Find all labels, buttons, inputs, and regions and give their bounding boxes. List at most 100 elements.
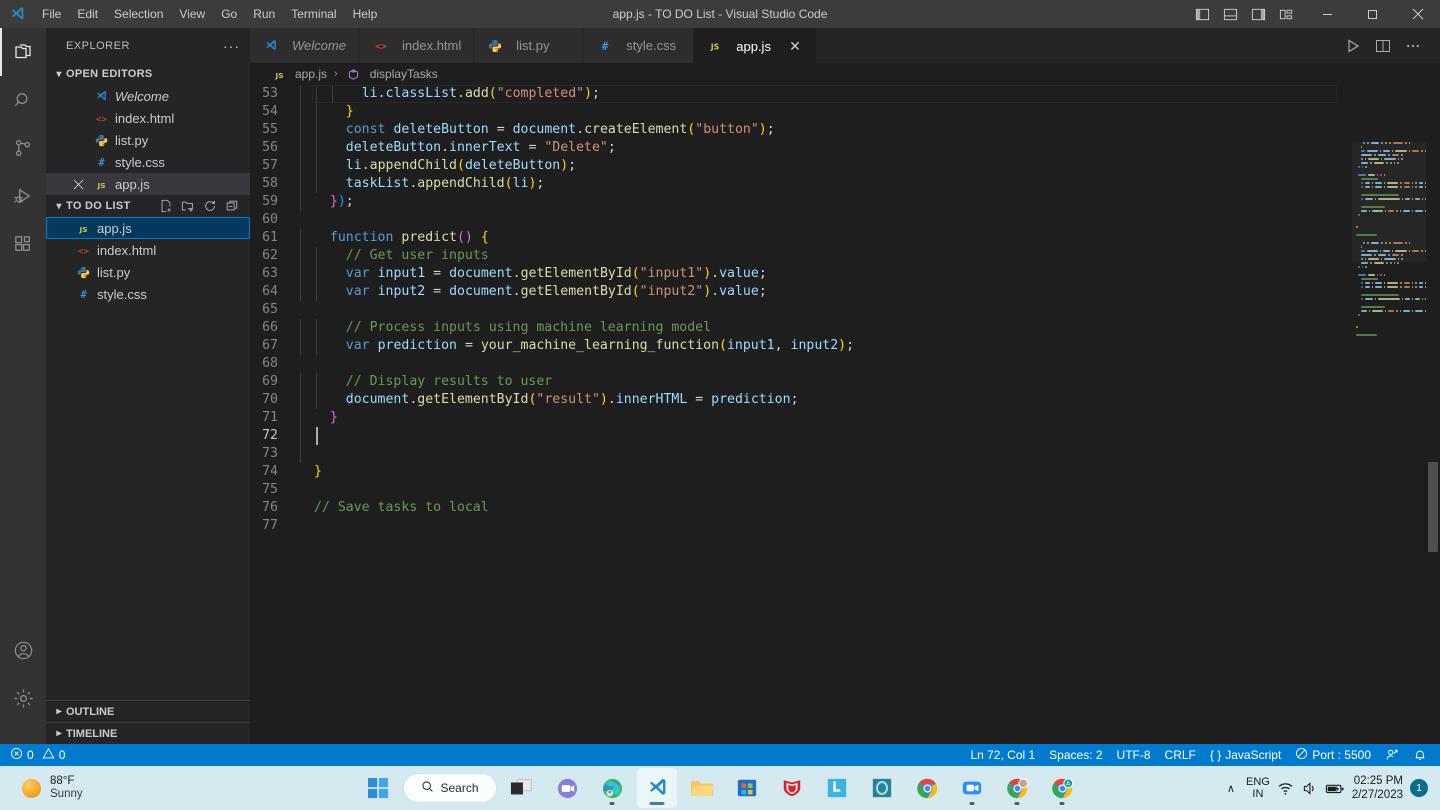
taskbar-app-microsoft-store[interactable] bbox=[727, 768, 767, 808]
layout-controls[interactable] bbox=[1189, 0, 1305, 28]
tab-index-html[interactable]: <> index.html bbox=[360, 28, 475, 63]
taskbar-app-linkedin[interactable] bbox=[817, 768, 857, 808]
more-actions-icon[interactable] bbox=[1400, 31, 1426, 61]
code-token: innerHTML bbox=[615, 392, 688, 407]
run-icon[interactable] bbox=[1340, 31, 1366, 61]
status-problems[interactable]: 0 0 bbox=[3, 744, 72, 766]
sidebar-more-actions-icon[interactable]: ··· bbox=[223, 38, 240, 54]
section-outline[interactable]: ▸ OUTLINE bbox=[46, 700, 250, 722]
close-editor-icon[interactable] bbox=[46, 179, 92, 190]
tab-style-css[interactable]: # style.css bbox=[584, 28, 695, 63]
close-button[interactable] bbox=[1395, 0, 1440, 28]
notification-badge[interactable]: 1 bbox=[1410, 779, 1428, 797]
menu-terminal[interactable]: Terminal bbox=[283, 0, 344, 28]
tab-list-py[interactable]: list.py bbox=[474, 28, 585, 63]
taskbar-app-microsoft-edge[interactable] bbox=[592, 768, 632, 808]
menu-run[interactable]: Run bbox=[245, 0, 283, 28]
open-editor-index-html[interactable]: <> index.html bbox=[46, 107, 250, 129]
wifi-icon[interactable] bbox=[1277, 780, 1294, 797]
activity-source-control-icon[interactable] bbox=[0, 124, 46, 172]
tree-item-list-py[interactable]: list.py bbox=[46, 261, 250, 283]
minimap-slider[interactable] bbox=[1352, 142, 1426, 262]
tree-item-index-html[interactable]: <> index.html bbox=[46, 239, 250, 261]
battery-icon[interactable] bbox=[1325, 780, 1345, 797]
menu-edit[interactable]: Edit bbox=[69, 0, 106, 28]
minimap-token bbox=[1360, 282, 1364, 284]
start-button[interactable] bbox=[358, 768, 398, 808]
menu-help[interactable]: Help bbox=[345, 0, 386, 28]
menu-selection[interactable]: Selection bbox=[106, 0, 171, 28]
new-folder-icon[interactable] bbox=[178, 196, 198, 216]
taskbar-app-visual-studio-code[interactable] bbox=[637, 768, 677, 808]
taskbar-app-file-explorer[interactable] bbox=[682, 768, 722, 808]
taskbar-app-google-chrome[interactable] bbox=[907, 768, 947, 808]
minimize-button[interactable] bbox=[1305, 0, 1350, 28]
status-cursor-position[interactable]: Ln 72, Col 1 bbox=[963, 744, 1042, 766]
volume-icon[interactable] bbox=[1301, 780, 1318, 797]
clock-time: 02:25 PM bbox=[1353, 775, 1403, 787]
tab-close-icon[interactable]: ✕ bbox=[786, 37, 804, 55]
breadcrumb-symbol[interactable]: displayTasks bbox=[370, 67, 438, 81]
taskbar-clock[interactable]: 02:25 PM 2/27/2023 bbox=[1352, 774, 1403, 802]
status-language-mode[interactable]: { } JavaScript bbox=[1203, 744, 1288, 766]
taskbar-app-microsoft-teams[interactable] bbox=[547, 768, 587, 808]
editor-vertical-scrollbar[interactable] bbox=[1426, 142, 1440, 744]
status-encoding[interactable]: UTF-8 bbox=[1110, 744, 1158, 766]
collapse-all-icon[interactable] bbox=[222, 196, 242, 216]
taskbar-search-button[interactable]: Search bbox=[403, 773, 497, 803]
scrollbar-thumb[interactable] bbox=[1428, 462, 1438, 552]
tray-chevron-up-icon[interactable]: ∧ bbox=[1227, 782, 1239, 795]
split-editor-icon[interactable] bbox=[1370, 31, 1396, 61]
menu-view[interactable]: View bbox=[171, 0, 213, 28]
activity-search-icon[interactable] bbox=[0, 76, 46, 124]
code-token: } bbox=[345, 104, 354, 119]
taskbar-app-mcafee[interactable] bbox=[772, 768, 812, 808]
toggle-secondary-sidebar-icon[interactable] bbox=[1245, 0, 1271, 28]
open-editor-list-py[interactable]: list.py bbox=[46, 129, 250, 151]
taskbar-app-zoom[interactable] bbox=[952, 768, 992, 808]
new-file-icon[interactable] bbox=[156, 196, 176, 216]
status-notifications-bell-icon[interactable] bbox=[1406, 744, 1434, 766]
activity-extensions-icon[interactable] bbox=[0, 220, 46, 268]
maximize-button[interactable] bbox=[1350, 0, 1395, 28]
activity-run-debug-icon[interactable] bbox=[0, 172, 46, 220]
status-remote-icon[interactable] bbox=[1378, 744, 1406, 766]
toggle-primary-sidebar-icon[interactable] bbox=[1189, 0, 1215, 28]
taskbar-app-chrome-profile-1[interactable] bbox=[997, 768, 1037, 808]
toggle-panel-icon[interactable] bbox=[1217, 0, 1243, 28]
minimap-token bbox=[1387, 282, 1399, 284]
menu-bar[interactable]: File Edit Selection View Go Run Terminal… bbox=[34, 0, 385, 28]
python-icon bbox=[92, 134, 110, 147]
section-project-todo-list[interactable]: ▾ TO DO LIST bbox=[46, 195, 250, 217]
menu-go[interactable]: Go bbox=[213, 0, 245, 28]
tree-item-app-js[interactable]: JS app.js bbox=[46, 217, 250, 239]
status-eol[interactable]: CRLF bbox=[1158, 744, 1203, 766]
tray-language-indicator[interactable]: ENG IN bbox=[1246, 776, 1270, 800]
tab-welcome[interactable]: Welcome bbox=[250, 28, 360, 63]
open-editor-welcome[interactable]: Welcome bbox=[46, 85, 250, 107]
menu-file[interactable]: File bbox=[34, 0, 69, 28]
open-editor-style-css[interactable]: # style.css bbox=[46, 151, 250, 173]
minimap[interactable] bbox=[1352, 142, 1426, 744]
tab-app-js[interactable]: JS app.js ✕ bbox=[694, 28, 817, 63]
breadcrumb-file[interactable]: app.js bbox=[295, 67, 327, 81]
section-timeline[interactable]: ▸ TIMELINE bbox=[46, 722, 250, 744]
status-indentation[interactable]: Spaces: 2 bbox=[1042, 744, 1109, 766]
minimap-token bbox=[1411, 310, 1414, 312]
minimap-token bbox=[1418, 182, 1423, 184]
taskbar-app-task-view[interactable] bbox=[502, 768, 542, 808]
section-open-editors[interactable]: ▾ OPEN EDITORS bbox=[46, 63, 250, 85]
taskbar-app-chrome-profile-2[interactable]: A bbox=[1042, 768, 1082, 808]
open-editor-app-js[interactable]: JS app.js bbox=[46, 173, 250, 195]
customize-layout-icon[interactable] bbox=[1273, 0, 1299, 28]
code-editor[interactable]: 53 li.classList.add("completed"); 54} 55 con… bbox=[250, 85, 1440, 744]
tree-item-style-css[interactable]: # style.css bbox=[46, 283, 250, 305]
minimap-token bbox=[1360, 286, 1364, 288]
taskbar-app-outlook[interactable] bbox=[862, 768, 902, 808]
activity-explorer-icon[interactable] bbox=[0, 28, 46, 76]
code-token: getElementById bbox=[520, 284, 632, 299]
refresh-icon[interactable] bbox=[200, 196, 220, 216]
activity-settings-gear-icon[interactable] bbox=[0, 674, 46, 722]
status-live-server-port[interactable]: Port : 5500 bbox=[1288, 744, 1378, 766]
activity-accounts-icon[interactable] bbox=[0, 626, 46, 674]
